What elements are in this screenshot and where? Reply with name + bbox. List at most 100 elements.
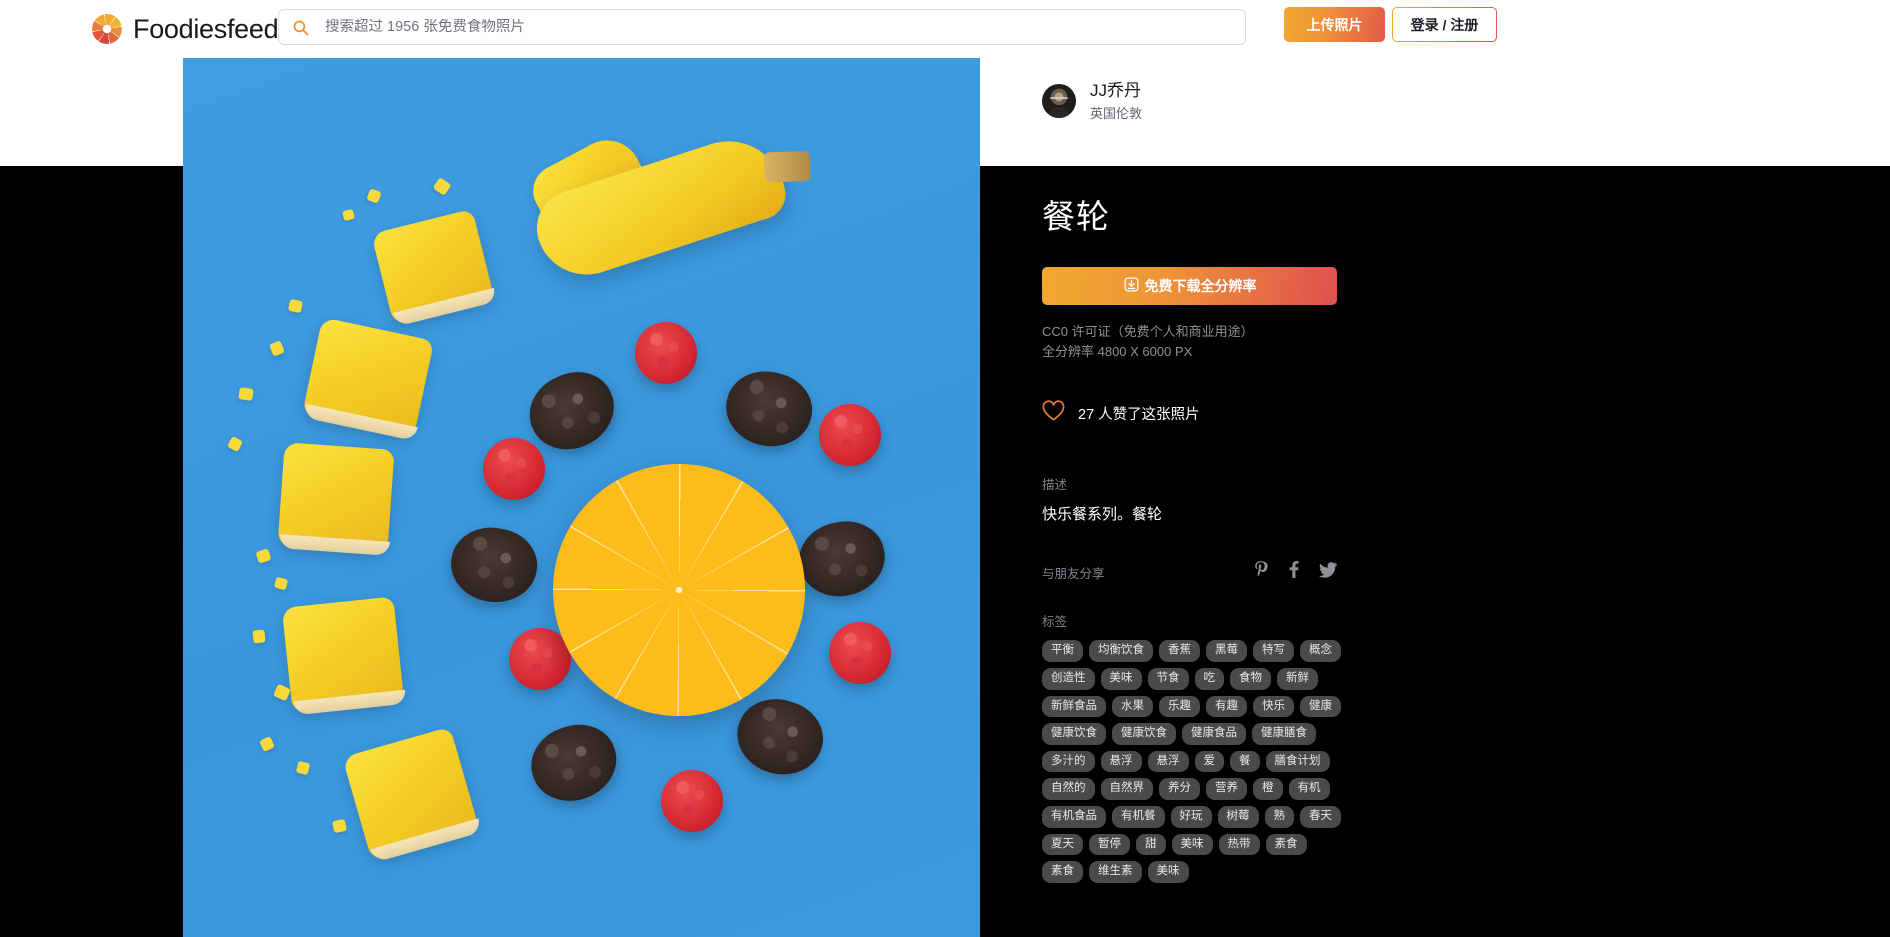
tag-item[interactable]: 养分 (1159, 778, 1200, 801)
login-register-button[interactable]: 登录 / 注册 (1392, 7, 1497, 42)
detail-panel: 餐轮 免费下载全分辨率 CC0 许可证（免费个人和商业用途） 全分辨率 4800… (1042, 190, 1402, 884)
tag-item[interactable]: 熟 (1264, 806, 1294, 828)
search-input[interactable] (325, 19, 1245, 35)
tag-item[interactable]: 橙 (1253, 778, 1283, 801)
tag-item[interactable]: 节食 (1147, 667, 1189, 690)
author-block[interactable]: JJ乔丹 英国伦敦 (1042, 80, 1142, 122)
tag-item[interactable]: 悬浮 (1100, 750, 1142, 773)
tag-item[interactable]: 自然的 (1042, 778, 1095, 801)
tag-item[interactable]: 概念 (1300, 640, 1341, 662)
avatar[interactable] (1042, 84, 1076, 119)
tag-item[interactable]: 树莓 (1217, 806, 1259, 828)
tag-item[interactable]: 有机餐 (1112, 806, 1165, 828)
author-name[interactable]: JJ乔丹 (1090, 80, 1142, 101)
likes-count-label: 27 人赞了这张照片 (1078, 406, 1200, 423)
banana-dice (238, 387, 254, 401)
tag-item[interactable]: 美味 (1100, 667, 1142, 690)
tag-item[interactable]: 新鲜 (1277, 667, 1318, 690)
tag-item[interactable]: 甜 (1136, 833, 1166, 856)
tag-item[interactable]: 素食 (1265, 833, 1307, 856)
license-line-1: CC0 许可证（免费个人和商业用途） (1042, 324, 1254, 339)
page-root: Foodiesfeed 上传照片 登录 / 注册 (0, 0, 1890, 937)
upload-photo-button[interactable]: 上传照片 (1284, 7, 1385, 42)
share-icons (1254, 561, 1337, 583)
brand-logo[interactable]: Foodiesfeed (92, 13, 279, 45)
tag-item[interactable]: 美味 (1147, 861, 1189, 884)
facebook-icon[interactable] (1289, 561, 1299, 583)
tag-item[interactable]: 健康饮食 (1112, 723, 1176, 745)
tag-item[interactable]: 有机食品 (1042, 806, 1106, 828)
raspberry (819, 404, 881, 466)
description-block: 描述 快乐餐系列。餐轮 (1042, 474, 1402, 524)
tag-item[interactable]: 健康膳食 (1252, 723, 1316, 745)
tag-item[interactable]: 水果 (1112, 695, 1153, 718)
tag-item[interactable]: 乐趣 (1159, 695, 1200, 718)
tag-item[interactable]: 新鲜食品 (1042, 695, 1106, 718)
tag-item[interactable]: 暂停 (1089, 833, 1130, 856)
banana-piece (277, 442, 395, 554)
tag-item[interactable]: 自然界 (1100, 778, 1153, 801)
tag-item[interactable]: 素食 (1042, 861, 1083, 884)
search-bar[interactable] (278, 9, 1246, 45)
tag-item[interactable]: 平衡 (1042, 640, 1083, 662)
tag-item[interactable]: 食物 (1230, 667, 1271, 690)
license-info: CC0 许可证（免费个人和商业用途） 全分辨率 4800 X 6000 PX (1042, 322, 1402, 362)
share-block: 与朋友分享 (1042, 561, 1337, 583)
description-label: 描述 (1042, 478, 1068, 493)
brand-name: Foodiesfeed (133, 13, 279, 44)
description-text: 快乐餐系列。餐轮 (1042, 506, 1163, 524)
tag-item[interactable]: 健康 (1300, 695, 1341, 718)
heart-icon[interactable] (1042, 400, 1065, 426)
tag-item[interactable]: 有趣 (1206, 695, 1247, 718)
tags-block: 标签 平衡 均衡饮食 香蕉 黑莓 特写 概念 创造性 美味 节食吃食物 新鲜 新鲜食品 水果 乐趣 有趣快… (1042, 611, 1347, 884)
tag-list: 平衡 均衡饮食 香蕉 黑莓 特写 概念 创造性 美味 节食吃食物 新鲜 新鲜食品 水果 乐趣 有趣 快乐 健康… (1042, 640, 1347, 884)
tag-item[interactable]: 健康饮食 (1042, 723, 1106, 745)
page-title: 餐轮 (1042, 198, 1110, 235)
download-button-label: 免费下载全分辨率 (1144, 278, 1257, 294)
detail-sidebar: JJ乔丹 英国伦敦 餐轮 免费下载全分辨率 CC0 许可证（免费个人和商业用途）… (980, 0, 1890, 937)
tag-item[interactable]: 好玩 (1170, 806, 1212, 828)
tag-item[interactable]: 春天 (1300, 806, 1341, 828)
tag-item[interactable]: 美味 (1171, 833, 1213, 856)
tag-item[interactable]: 爱 (1194, 750, 1224, 773)
raspberry (635, 322, 697, 384)
tag-item[interactable]: 夏天 (1042, 833, 1083, 856)
tag-item[interactable]: 黑莓 (1206, 640, 1247, 662)
likes-row[interactable]: 27 人赞了这张照片 (1042, 400, 1402, 426)
tag-item[interactable]: 吃 (1194, 667, 1224, 690)
search-icon (292, 19, 309, 36)
tag-item[interactable]: 膳食计划 (1265, 750, 1330, 773)
tag-item[interactable]: 香蕉 (1159, 640, 1200, 662)
tag-item[interactable]: 快乐 (1253, 695, 1294, 718)
raspberry (483, 438, 545, 500)
raspberry (829, 622, 891, 684)
login-register-label[interactable]: 登录 / 注册 (1393, 8, 1496, 41)
tag-item[interactable]: 均衡饮食 (1089, 640, 1153, 662)
site-header: Foodiesfeed 上传照片 登录 / 注册 (0, 0, 1890, 58)
tag-item[interactable]: 有机 (1288, 778, 1330, 801)
orange-slice (553, 464, 805, 716)
license-line-2: 全分辨率 4800 X 6000 PX (1042, 344, 1193, 360)
tag-item[interactable]: 餐 (1230, 750, 1260, 773)
tag-item[interactable]: 创造性 (1042, 667, 1095, 690)
share-label: 与朋友分享 (1042, 566, 1105, 581)
tags-label: 标签 (1042, 615, 1068, 630)
tag-item[interactable]: 健康食品 (1182, 723, 1246, 745)
twitter-icon[interactable] (1319, 561, 1337, 583)
author-location: 英国伦敦 (1090, 106, 1143, 122)
tag-item[interactable]: 维生素 (1089, 861, 1142, 884)
raspberry (661, 770, 723, 832)
tag-item[interactable]: 营养 (1206, 778, 1247, 801)
banana-piece (281, 596, 405, 714)
banana-dice (252, 629, 266, 644)
aperture-logo-icon (92, 14, 122, 44)
pinterest-icon[interactable] (1254, 561, 1269, 583)
photo-viewer[interactable] (183, 50, 980, 937)
banana-dice (287, 298, 304, 314)
tag-item[interactable]: 多汁的 (1042, 750, 1095, 773)
download-icon (1123, 276, 1140, 296)
tag-item[interactable]: 悬浮 (1147, 750, 1189, 773)
tag-item[interactable]: 热带 (1218, 833, 1260, 856)
download-button[interactable]: 免费下载全分辨率 (1042, 267, 1337, 305)
tag-item[interactable]: 特写 (1253, 640, 1294, 662)
